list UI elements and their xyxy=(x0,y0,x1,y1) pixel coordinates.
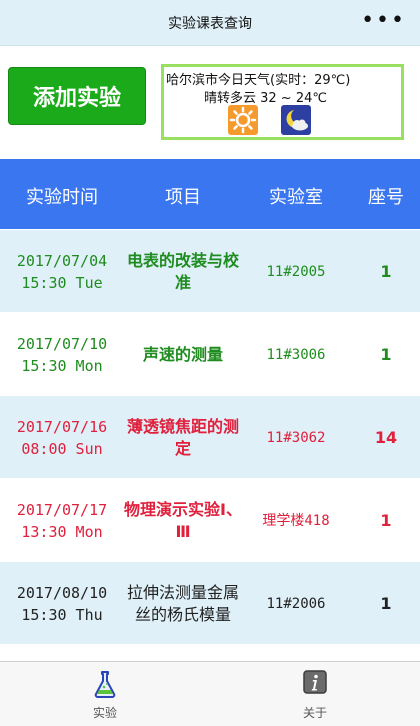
row-lab: 11#3006 xyxy=(266,346,326,363)
weather-panel: 哈尔滨市今日天气(实时：29℃) 晴转多云 32 ~ 24℃ xyxy=(161,64,404,140)
row-weekday-time: 13:30 Mon xyxy=(21,522,103,541)
row-time: 2017/07/16 08:00 Sun xyxy=(4,396,120,479)
row-weekday-time: 15:30 Tue xyxy=(21,273,103,292)
partial-row xyxy=(0,644,420,661)
table-header: 实验时间 项目 实验室 座号 xyxy=(0,159,420,229)
row-seat: 1 xyxy=(380,510,392,530)
table-row[interactable]: 2017/07/17 13:30 Mon 物理演示实验Ⅰ、Ⅲ 理学楼418 1 xyxy=(0,479,420,562)
row-time: 2017/07/17 13:30 Mon xyxy=(4,479,120,562)
weather-today-text: 哈尔滨市今日天气(实时：29℃) xyxy=(166,73,351,88)
row-item: 物理演示实验Ⅰ、Ⅲ xyxy=(124,499,242,541)
row-time: 2017/07/04 15:30 Tue xyxy=(4,230,120,313)
tab-experiments[interactable]: 实验 xyxy=(0,662,210,726)
row-lab: 11#3062 xyxy=(266,429,326,446)
table-row[interactable]: 2017/07/04 15:30 Tue 电表的改装与校准 11#2005 1 xyxy=(0,230,420,313)
row-time: 2017/07/10 15:30 Mon xyxy=(4,313,120,396)
sun-icon xyxy=(228,105,258,135)
row-date: 2017/07/10 xyxy=(16,334,108,353)
flask-icon xyxy=(94,671,116,698)
header-time: 实验时间 xyxy=(26,187,98,208)
table-row[interactable]: 2017/07/16 08:00 Sun 薄透镜焦距的测定 11#3062 14 xyxy=(0,396,420,479)
table-row[interactable]: 2017/07/10 15:30 Mon 声速的测量 11#3006 1 xyxy=(0,313,420,396)
info-icon xyxy=(303,670,327,694)
tab-bar: 实验 关于 xyxy=(0,661,420,726)
row-weekday-time: 15:30 Thu xyxy=(21,605,103,624)
row-lab: 11#2005 xyxy=(266,263,326,280)
row-time: 2017/08/10 15:30 Thu xyxy=(4,562,120,645)
row-seat: 14 xyxy=(374,427,398,447)
row-date: 2017/07/04 xyxy=(16,251,108,270)
title-bar: 实验课表查询 ••• xyxy=(0,0,420,46)
row-lab: 理学楼418 xyxy=(262,512,330,529)
row-item: 拉伸法测量金属丝的杨氏模量 xyxy=(126,582,239,624)
page-title: 实验课表查询 xyxy=(168,16,252,32)
tab-about-label: 关于 xyxy=(302,706,327,720)
tab-about[interactable]: 关于 xyxy=(210,662,420,726)
moon-cloud-icon xyxy=(281,105,311,135)
row-date: 2017/07/16 xyxy=(16,417,108,436)
weather-forecast-text: 晴转多云 32 ~ 24℃ xyxy=(204,91,327,106)
row-weekday-time: 15:30 Mon xyxy=(21,356,103,375)
add-experiment-button[interactable]: 添加实验 xyxy=(8,67,146,125)
row-date: 2017/07/17 xyxy=(16,500,108,519)
table-row[interactable]: 2017/08/10 15:30 Thu 拉伸法测量金属丝的杨氏模量 11#2006 1 xyxy=(0,562,420,645)
header-item: 项目 xyxy=(165,187,201,208)
row-lab: 11#2006 xyxy=(266,595,326,612)
more-menu-button[interactable]: ••• xyxy=(361,8,406,33)
row-item: 声速的测量 xyxy=(142,344,223,364)
header-lab: 实验室 xyxy=(269,187,323,208)
row-seat: 1 xyxy=(380,344,392,364)
row-weekday-time: 08:00 Sun xyxy=(21,439,103,458)
row-item: 薄透镜焦距的测定 xyxy=(126,416,239,458)
tab-experiments-label: 实验 xyxy=(92,706,117,720)
row-item: 电表的改装与校准 xyxy=(126,250,239,292)
row-date: 2017/08/10 xyxy=(16,583,108,602)
row-seat: 1 xyxy=(380,593,392,613)
header-seat: 座号 xyxy=(368,187,404,208)
row-seat: 1 xyxy=(380,261,392,281)
top-panel: 添加实验 哈尔滨市今日天气(实时：29℃) 晴转多云 32 ~ 24℃ xyxy=(0,47,420,159)
